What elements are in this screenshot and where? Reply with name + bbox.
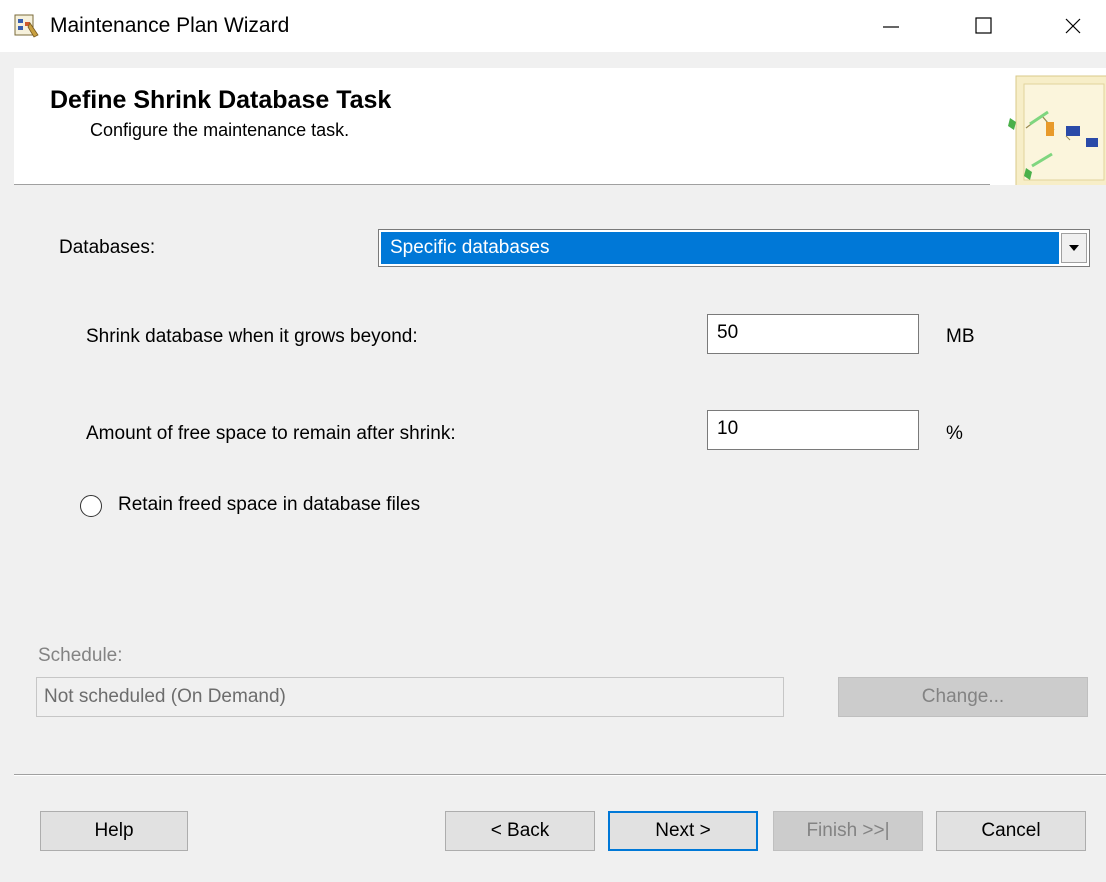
page-title: Define Shrink Database Task: [50, 86, 392, 114]
databases-label: Databases:: [59, 237, 156, 258]
retain-space-label[interactable]: Retain freed space in database files: [118, 494, 420, 516]
free-space-input[interactable]: 10: [707, 410, 919, 450]
maintenance-plan-graphic: [990, 68, 1106, 185]
title-bar: Maintenance Plan Wizard: [0, 0, 1106, 52]
chevron-down-icon: [1069, 245, 1079, 251]
free-space-label: Amount of free space to remain after shr…: [86, 423, 456, 444]
shrink-threshold-label: Shrink database when it grows beyond:: [86, 326, 418, 347]
minimize-icon: [883, 26, 899, 28]
finish-button[interactable]: Finish >>|: [773, 811, 923, 851]
databases-selected-value: Specific databases: [381, 232, 1059, 264]
help-button[interactable]: Help: [40, 811, 188, 851]
minimize-button[interactable]: [860, 0, 922, 52]
retain-space-radio[interactable]: [80, 495, 102, 517]
close-icon: [1065, 18, 1081, 34]
cancel-button[interactable]: Cancel: [936, 811, 1086, 851]
maximize-button[interactable]: [953, 0, 1015, 52]
wizard-header: Define Shrink Database Task Configure th…: [14, 68, 1106, 185]
wizard-icon[interactable]: [14, 13, 40, 39]
maximize-icon: [975, 17, 992, 34]
shrink-threshold-input[interactable]: 50: [707, 314, 919, 354]
change-schedule-button[interactable]: Change...: [838, 677, 1088, 717]
window-title: Maintenance Plan Wizard: [50, 14, 290, 37]
free-space-unit-label: %: [946, 423, 963, 444]
back-button[interactable]: < Back: [445, 811, 595, 851]
schedule-label: Schedule:: [38, 645, 123, 666]
footer-divider: [14, 774, 1106, 776]
dropdown-arrow-button[interactable]: [1061, 233, 1087, 263]
schedule-field: Not scheduled (On Demand): [36, 677, 784, 717]
page-subtitle: Configure the maintenance task.: [90, 120, 350, 140]
close-button[interactable]: [1042, 0, 1104, 52]
shrink-unit-label: MB: [946, 326, 975, 347]
next-button[interactable]: Next >: [608, 811, 758, 851]
databases-dropdown[interactable]: Specific databases: [378, 229, 1090, 267]
